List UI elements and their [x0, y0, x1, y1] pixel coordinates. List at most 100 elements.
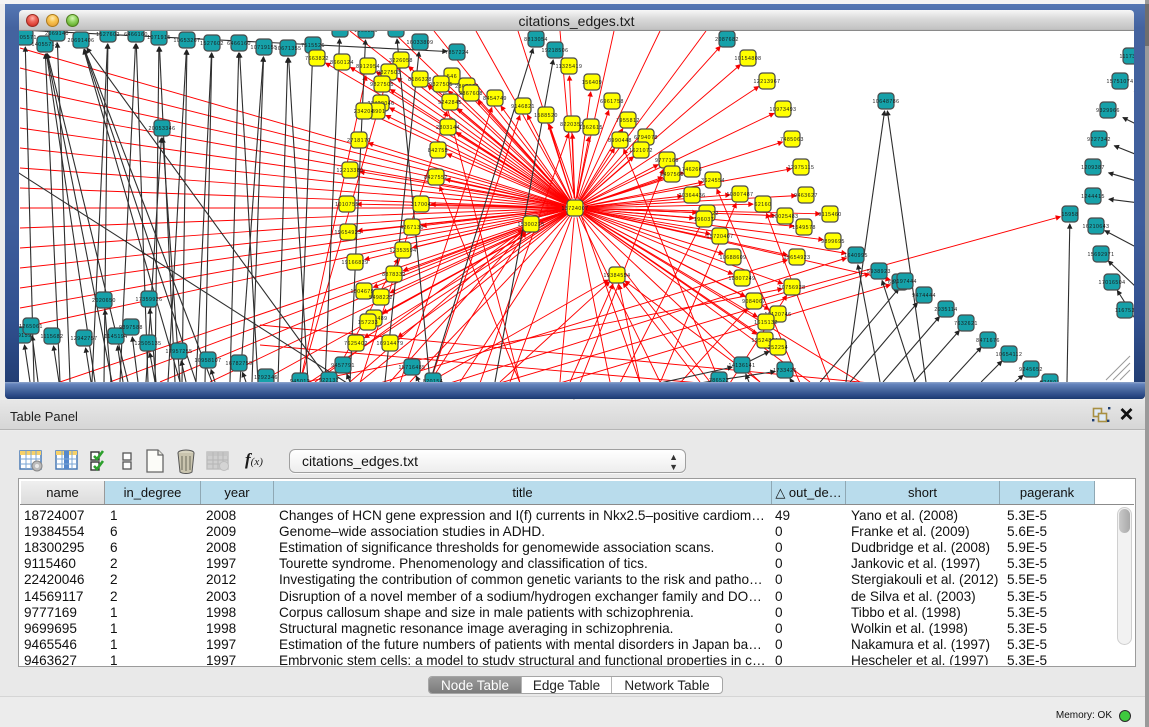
svg-text:8427552: 8427552: [424, 175, 448, 181]
svg-text:1621072: 1621072: [629, 148, 653, 154]
svg-text:3624554: 3624554: [701, 178, 725, 184]
svg-text:17016504: 17016504: [1098, 280, 1125, 286]
svg-text:15692971: 15692971: [1087, 252, 1114, 258]
svg-text:842755: 842755: [428, 148, 448, 154]
svg-text:1117334: 1117334: [1120, 54, 1134, 60]
svg-text:9474444: 9474444: [912, 293, 936, 299]
svg-text:9242845: 9242845: [438, 100, 462, 106]
svg-text:12505135: 12505135: [134, 341, 161, 347]
svg-text:1963141: 1963141: [384, 31, 408, 33]
svg-text:6794078: 6794078: [634, 135, 658, 141]
svg-text:1963774: 1963774: [328, 31, 352, 33]
svg-text:1549578: 1549578: [792, 225, 816, 231]
svg-text:19166829: 19166829: [341, 260, 368, 266]
svg-text:14136141: 14136141: [728, 363, 755, 369]
svg-text:1527602: 1527602: [200, 41, 224, 47]
svg-text:7625402: 7625402: [344, 341, 368, 347]
svg-text:62160: 62160: [755, 202, 772, 208]
svg-text:252254: 252254: [768, 345, 788, 351]
svg-text:19654923: 19654923: [783, 255, 810, 261]
svg-text:2087682: 2087682: [715, 37, 739, 43]
svg-text:10654112: 10654112: [996, 352, 1023, 358]
svg-text:8471676: 8471676: [976, 338, 1000, 344]
svg-text:5938923: 5938923: [867, 269, 891, 275]
svg-text:7485063: 7485063: [780, 137, 804, 143]
svg-text:9115460: 9115460: [818, 212, 841, 218]
svg-text:3226058: 3226058: [389, 58, 413, 64]
svg-text:9327505: 9327505: [429, 82, 453, 88]
svg-text:6466160: 6466160: [227, 41, 251, 47]
svg-text:156409: 156409: [582, 80, 602, 86]
svg-text:18807249: 18807249: [728, 276, 755, 282]
svg-text:8454749: 8454749: [483, 96, 507, 102]
svg-text:1733426: 1733426: [773, 368, 797, 374]
svg-text:9329966: 9329966: [1096, 108, 1120, 114]
svg-text:15720407: 15720407: [706, 234, 733, 240]
svg-text:1292346: 1292346: [254, 375, 278, 381]
svg-text:9327503: 9327503: [377, 70, 401, 76]
svg-text:15958: 15958: [1062, 212, 1079, 218]
svg-text:1905571: 1905571: [19, 35, 37, 41]
svg-text:1265061: 1265061: [19, 324, 43, 330]
svg-text:4267130: 4267130: [400, 225, 424, 231]
svg-text:1615132: 1615132: [754, 320, 778, 326]
svg-text:1640995: 1640995: [844, 253, 868, 259]
svg-text:10756928: 10756928: [778, 285, 805, 291]
svg-text:19384554: 19384554: [603, 273, 630, 279]
svg-text:7857224: 7857224: [445, 50, 469, 56]
svg-text:14055714: 14055714: [31, 42, 58, 48]
svg-text:7663822: 7663822: [305, 56, 329, 62]
svg-text:317004: 317004: [411, 202, 431, 208]
svg-text:10653267: 10653267: [173, 38, 200, 44]
svg-text:9463627: 9463627: [794, 193, 818, 199]
svg-text:1071915: 1071915: [147, 35, 171, 41]
svg-text:20053346: 20053346: [148, 126, 175, 132]
svg-text:10973493: 10973493: [769, 107, 796, 113]
svg-text:9777169: 9777169: [655, 158, 679, 164]
svg-text:9227342: 9227342: [1087, 137, 1111, 143]
svg-text:7632621: 7632621: [954, 321, 978, 327]
svg-text:2718170: 2718170: [347, 138, 371, 144]
svg-text:18724007: 18724007: [561, 206, 588, 212]
svg-text:12942757: 12942757: [70, 336, 97, 342]
svg-text:16914479: 16914479: [376, 341, 403, 347]
svg-text:9899695: 9899695: [821, 239, 845, 245]
svg-text:2069140: 2069140: [45, 31, 69, 37]
svg-text:2020650: 2020650: [92, 298, 116, 304]
svg-text:9146821: 9146821: [511, 104, 535, 110]
svg-text:16033809: 16033809: [406, 40, 433, 46]
svg-text:1209387: 1209387: [1081, 165, 1105, 171]
svg-text:16210643: 16210643: [1082, 224, 1109, 230]
svg-text:9245652: 9245652: [1019, 367, 1043, 373]
svg-text:17359926: 17359926: [135, 297, 162, 303]
svg-text:157233: 157233: [358, 320, 378, 326]
svg-text:234204: 234204: [354, 109, 374, 115]
svg-text:8813054: 8813054: [524, 37, 548, 43]
svg-text:1588520: 1588520: [534, 113, 558, 119]
svg-text:12213967: 12213967: [753, 79, 780, 85]
svg-text:10958107: 10958107: [194, 358, 221, 364]
svg-text:15751074: 15751074: [1106, 79, 1133, 85]
svg-text:16782759: 16782759: [225, 361, 252, 367]
svg-text:1065326: 1065326: [354, 31, 378, 34]
svg-text:116753: 116753: [1115, 308, 1134, 314]
svg-text:6497568: 6497568: [660, 172, 684, 178]
svg-text:9197444: 9197444: [893, 279, 917, 285]
svg-text:20691406: 20691406: [67, 38, 94, 44]
svg-text:2935114: 2935114: [934, 307, 957, 313]
svg-text:8878332: 8878332: [382, 272, 406, 278]
svg-text:10688609: 10688609: [719, 255, 746, 261]
svg-text:9084067: 9084067: [742, 299, 766, 305]
svg-text:6466160: 6466160: [124, 32, 148, 38]
svg-text:10154808: 10154808: [734, 56, 761, 62]
svg-text:19218506: 19218506: [541, 48, 568, 54]
svg-text:12975115: 12975115: [788, 165, 815, 171]
svg-text:8660124: 8660124: [330, 60, 354, 66]
svg-text:11325419: 11325419: [556, 64, 583, 70]
svg-text:12213389: 12213389: [336, 168, 363, 174]
svg-text:1362615: 1362615: [579, 125, 603, 131]
svg-text:9457791: 9457791: [331, 363, 355, 369]
svg-text:1244415: 1244415: [1081, 194, 1105, 200]
svg-text:746266: 746266: [682, 167, 702, 173]
svg-text:1527602: 1527602: [96, 32, 120, 38]
